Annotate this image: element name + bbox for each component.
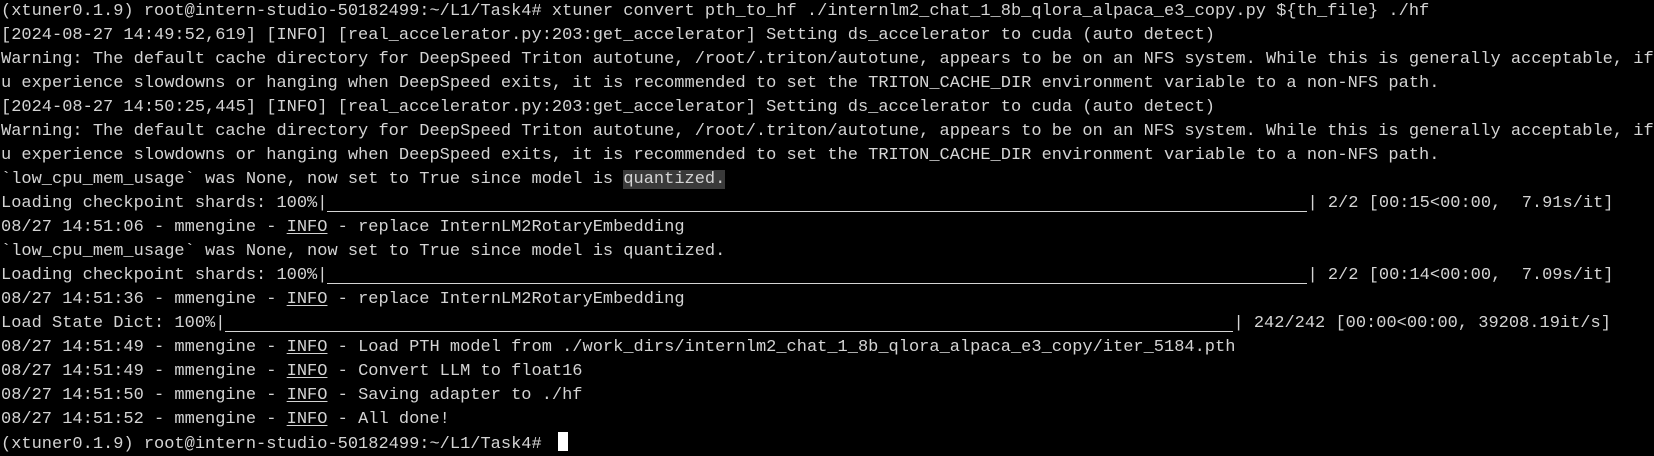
log-message: - Load PTH model from ./work_dirs/intern…: [327, 338, 1236, 357]
progress-bar: [327, 264, 1308, 284]
terminal-window[interactable]: (xtuner0.1.9) root@intern-studio-5018249…: [0, 0, 1654, 454]
selected-text[interactable]: quantized.: [623, 170, 726, 189]
warning-line-1b: u experience slowdowns or hanging when D…: [1, 74, 1440, 93]
progress-line-shards-1: Loading checkpoint shards: 100%| | 2/2 [0…: [1, 192, 1654, 216]
log-line-4: 08/27 14:51:49 - mmengine - INFO - Conve…: [1, 360, 1654, 384]
log-line-6: 08/27 14:51:52 - mmengine - INFO - All d…: [1, 408, 1654, 432]
log-line-accelerator-1: [2024-08-27 14:49:52,619] [INFO] [real_a…: [1, 26, 1215, 45]
progress-bar: [327, 192, 1308, 212]
progress-line-shards-2: Loading checkpoint shards: 100%| | 2/2 [0…: [1, 264, 1654, 288]
log-line-3: 08/27 14:51:49 - mmengine - INFO - Load …: [1, 336, 1654, 360]
prompt-line[interactable]: (xtuner0.1.9) root@intern-studio-5018249…: [1, 432, 1654, 456]
log-line-2: 08/27 14:51:36 - mmengine - INFO - repla…: [1, 288, 1654, 312]
log-prefix: 08/27 14:51:49 - mmengine -: [1, 338, 287, 357]
progress-label: Loading checkpoint shards: 100%|: [1, 266, 328, 285]
progress-stats: | 2/2 [00:14<00:00, 7.09s/it]: [1307, 266, 1614, 285]
log-line-5: 08/27 14:51:50 - mmengine - INFO - Savin…: [1, 384, 1654, 408]
log-level: INFO: [286, 410, 328, 429]
log-prefix: 08/27 14:51:50 - mmengine -: [1, 386, 287, 405]
command-line: (xtuner0.1.9) root@intern-studio-5018249…: [1, 2, 1430, 21]
log-level: INFO: [286, 218, 328, 237]
text-cursor[interactable]: [557, 432, 568, 451]
log-level: INFO: [286, 362, 328, 381]
log-message: - replace InternLM2RotaryEmbedding: [327, 218, 685, 237]
progress-stats: | 2/2 [00:15<00:00, 7.91s/it]: [1307, 194, 1614, 213]
shell-prompt: (xtuner0.1.9) root@intern-studio-5018249…: [1, 435, 552, 454]
log-level: INFO: [286, 290, 328, 309]
progress-label: Loading checkpoint shards: 100%|: [1, 194, 328, 213]
log-prefix: 08/27 14:51:49 - mmengine -: [1, 362, 287, 381]
progress-stats: | 242/242 [00:00<00:00, 39208.19it/s]: [1233, 314, 1611, 333]
quantized-line-2: `low_cpu_mem_usage` was None, now set to…: [1, 242, 726, 261]
log-message: - Saving adapter to ./hf: [327, 386, 583, 405]
log-message: - replace InternLM2RotaryEmbedding: [327, 290, 685, 309]
log-level: INFO: [286, 386, 328, 405]
log-line-accelerator-2: [2024-08-27 14:50:25,445] [INFO] [real_a…: [1, 98, 1215, 117]
log-level: INFO: [286, 338, 328, 357]
log-message: - All done!: [327, 410, 450, 429]
warning-line-1a: Warning: The default cache directory for…: [1, 50, 1654, 69]
warning-line-2a: Warning: The default cache directory for…: [1, 122, 1654, 141]
quantized-line-1: `low_cpu_mem_usage` was None, now set to…: [1, 168, 1654, 192]
log-message: - Convert LLM to float16: [327, 362, 583, 381]
progress-label: Load State Dict: 100%|: [1, 314, 226, 333]
log-prefix: 08/27 14:51:36 - mmengine -: [1, 290, 287, 309]
progress-line-state-dict: Load State Dict: 100%| | 242/242 [00:00<0…: [1, 312, 1654, 336]
warning-line-2b: u experience slowdowns or hanging when D…: [1, 146, 1440, 165]
log-prefix: 08/27 14:51:06 - mmengine -: [1, 218, 287, 237]
quantized-line-text: `low_cpu_mem_usage` was None, now set to…: [1, 170, 624, 189]
progress-bar: [225, 312, 1234, 332]
log-prefix: 08/27 14:51:52 - mmengine -: [1, 410, 287, 429]
log-line-1: 08/27 14:51:06 - mmengine - INFO - repla…: [1, 216, 1654, 240]
